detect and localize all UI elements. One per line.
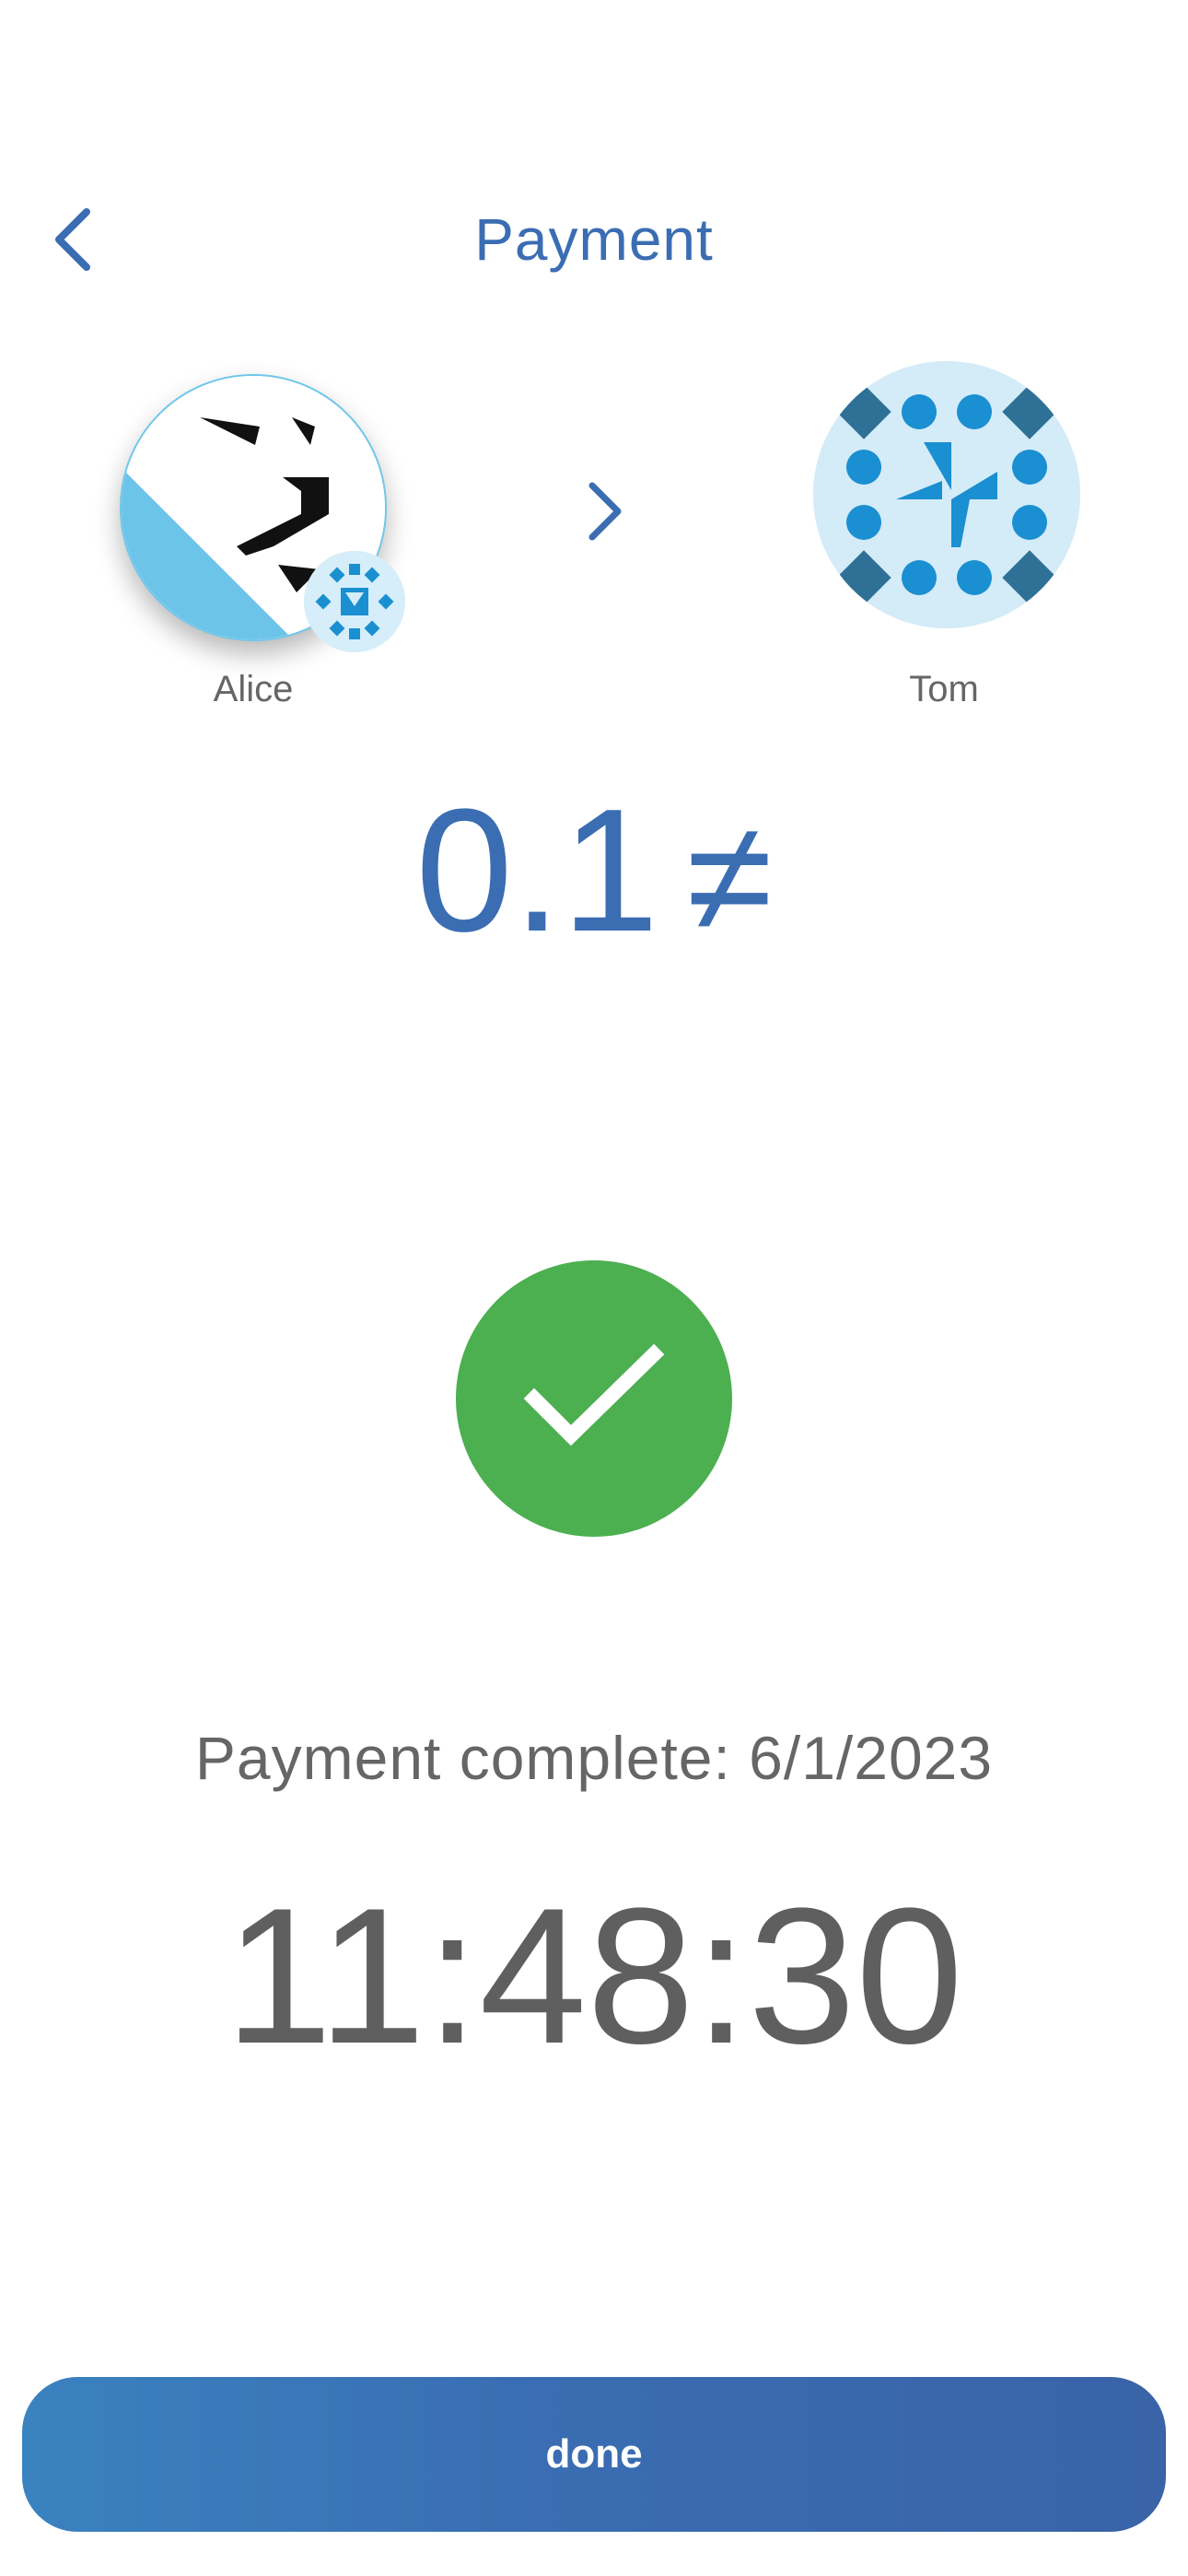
avatar[interactable]: [813, 361, 1080, 628]
payment-amount: 0.1 ≠: [0, 779, 1188, 969]
recipient-avatar-group: [797, 361, 1091, 638]
currency-symbol: ≠: [686, 790, 773, 965]
wallet-badge-icon: [304, 551, 405, 652]
sender-avatar-group: [106, 367, 405, 652]
status-text: Payment complete: 6/1/2023: [194, 1724, 994, 1792]
page-title: Payment: [474, 206, 714, 273]
done-button[interactable]: done: [22, 2377, 1166, 2532]
completion-time: 11:48:30: [225, 1868, 963, 2084]
sender: Alice: [106, 367, 405, 709]
header: Payment: [0, 184, 1188, 295]
recipient-name: Tom: [909, 669, 979, 709]
chevron-left-icon: [55, 208, 90, 271]
amount-value: 0.1: [415, 773, 659, 968]
chevron-right-icon: [588, 482, 622, 541]
success-indicator: [456, 1260, 732, 1537]
sender-name: Alice: [213, 669, 294, 709]
tom-identicon: [813, 361, 1080, 628]
checkmark-icon: [523, 1343, 665, 1446]
payment-screen: Payment Alice Tom 0.1 ≠ Payment complete…: [0, 0, 1188, 2576]
back-button[interactable]: [28, 193, 120, 286]
recipient: Tom: [797, 361, 1091, 709]
